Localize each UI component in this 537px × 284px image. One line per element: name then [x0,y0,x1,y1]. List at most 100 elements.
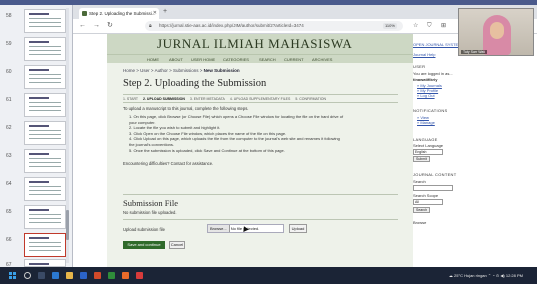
slide-number: 59 [6,41,12,47]
slide-thumbnail[interactable] [24,205,66,229]
log-out-link[interactable]: » Log Out [417,93,435,98]
nav-user-home[interactable]: USER HOME [191,56,215,63]
back-icon[interactable]: ← [79,21,86,31]
nav-about[interactable]: ABOUT [169,56,183,63]
clock[interactable]: 12:28 PM [506,273,523,278]
difficulties-text: Encountering difficulties? Contact for a… [123,161,214,166]
language-submit-button[interactable]: Submit [413,156,430,162]
divider [123,94,398,95]
journal-title: JURNAL ILMIAH MAHASISWA [157,36,353,51]
task-view-icon[interactable] [38,272,45,279]
journal-help-link[interactable]: Journal Help [413,52,435,57]
user-heading: USER [413,64,426,69]
search-icon[interactable] [24,272,31,279]
close-icon[interactable]: ✕ [153,8,157,19]
slide-number: 63 [6,153,12,159]
slide-thumbnail[interactable] [24,259,66,267]
notifications-heading: NOTIFICATIONS [413,108,448,113]
page-title: Step 2. Uploading the Submission [123,78,267,89]
nav-current[interactable]: CURRENT [284,56,304,63]
app-icon[interactable] [136,272,143,279]
shield-icon[interactable]: ⛉ [427,22,432,30]
ojs-link[interactable]: OPEN JOURNAL SYSTEMS [413,42,464,47]
reload-icon[interactable]: ↻ [107,21,113,31]
instruction-item: 1. On this page, click Browse (or Choose… [129,114,344,119]
step-start[interactable]: 1. START [123,97,138,101]
step-upload-supplementary: 4. UPLOAD SUPPLEMENTARY FILES [229,97,291,101]
breadcrumb-submissions[interactable]: Submissions [173,68,199,73]
upload-label: Upload submission file [123,227,165,232]
lock-icon: 🔒︎ [149,23,152,29]
nav-archives[interactable]: ARCHIVES [312,56,332,63]
web-page: JURNAL ILMIAH MAHASISWA HOME ABOUT USER … [73,34,537,267]
bookmark-star-icon[interactable]: ☆ [413,22,418,30]
notifications-manage-link[interactable]: » Manage [417,120,435,125]
slide-number: 61 [6,97,12,103]
username: tinawatifikriy [413,77,438,82]
browser-tab[interactable]: Step 2. Uploading the Submissi... ✕ [79,8,159,19]
upload-button[interactable]: Upload [289,224,307,233]
slide-number: 62 [6,125,12,131]
zoom-level[interactable]: 110% [383,23,397,29]
slide-number: 66 [6,237,12,243]
thumbnail-scrollbar-thumb[interactable] [66,210,69,240]
right-sidebar: OPEN JOURNAL SYSTEMS Journal Help USER Y… [413,42,523,267]
forward-icon[interactable]: → [93,21,100,31]
journal-content-heading: JOURNAL CONTENT [413,172,457,177]
new-tab-icon[interactable]: + [163,8,167,15]
instruction-list: 1. On this page, click Browse (or Choose… [129,114,343,153]
slide-thumbnail[interactable] [24,37,66,61]
logged-in-text: You are logged in as... [413,71,453,76]
slide-thumbnail-selected[interactable] [24,233,66,257]
slide-number: 65 [6,209,12,215]
language-select[interactable]: English [413,149,443,155]
excel-icon[interactable] [108,272,115,279]
breadcrumb-home[interactable]: Home [123,68,135,73]
no-file-text: No submission file uploaded. [123,210,177,215]
slide-thumbnail[interactable] [24,65,66,89]
main-content: Home > User > Author > Submissions > New… [107,63,413,267]
windows-start-icon[interactable] [9,272,16,279]
url-bar[interactable]: 🔒︎ https://jurnal.stie-aas.ac.id/index.p… [145,21,403,31]
file-explorer-icon[interactable] [66,272,73,279]
cancel-button[interactable]: Cancel [169,241,185,249]
url-text: https://jurnal.stie-aas.ac.id/index.php/… [159,23,304,28]
taskbar: ☁ 25°C Hujan ringan ⌃ ◔ ⊙ ◀) 12:28 PM [0,267,537,284]
search-label: Search [413,179,426,184]
system-tray: ☁ 25°C Hujan ringan ⌃ ◔ ⊙ ◀) 12:28 PM [449,269,523,282]
slide-thumbnail-panel: 58 59 60 61 62 63 64 65 66 67 [0,5,73,268]
slide-thumbnail[interactable] [24,9,66,33]
divider [123,194,398,195]
slide-thumbnail[interactable] [24,177,66,201]
tab-title: Step 2. Uploading the Submissi... [89,11,156,16]
nav-categories[interactable]: CATEGORIES [223,56,249,63]
search-scope-select[interactable]: All [413,199,443,205]
breadcrumb-user[interactable]: User [140,68,150,73]
breadcrumb-author[interactable]: Author [155,68,168,73]
slide-number: 60 [6,69,12,75]
search-input[interactable] [413,185,453,191]
browse-button[interactable]: Browse... [208,225,230,232]
divider [123,219,398,220]
slide-thumbnail[interactable] [24,149,66,173]
firefox-icon[interactable] [122,272,129,279]
weather-text[interactable]: 25°C Hujan ringan [454,273,487,278]
search-scope-label: Search Scope [413,193,439,198]
edge-browser-icon[interactable] [52,272,59,279]
tray-icons[interactable]: ⌃ ◔ ⊙ ◀) [488,273,505,278]
mail-icon[interactable] [80,272,87,279]
search-button[interactable]: Search [413,207,431,213]
journal-header: JURNAL ILMIAH MAHASISWA [107,34,413,54]
step-enter-metadata: 3. ENTER METADATA [189,97,225,101]
step-confirmation: 5. CONFIRMATION [295,97,326,101]
slide-number: 58 [6,13,12,19]
slide-thumbnail[interactable] [24,93,66,117]
save-and-continue-button[interactable]: Save and continue [123,241,165,249]
breadcrumb-current: New Submission [203,68,240,73]
nav-home[interactable]: HOME [147,56,159,63]
breadcrumb: Home > User > Author > Submissions > New… [123,68,240,73]
extensions-icon[interactable]: ⊞ [441,22,446,30]
nav-search[interactable]: SEARCH [259,56,276,63]
slide-thumbnail[interactable] [24,121,66,145]
powerpoint-icon[interactable] [94,272,101,279]
